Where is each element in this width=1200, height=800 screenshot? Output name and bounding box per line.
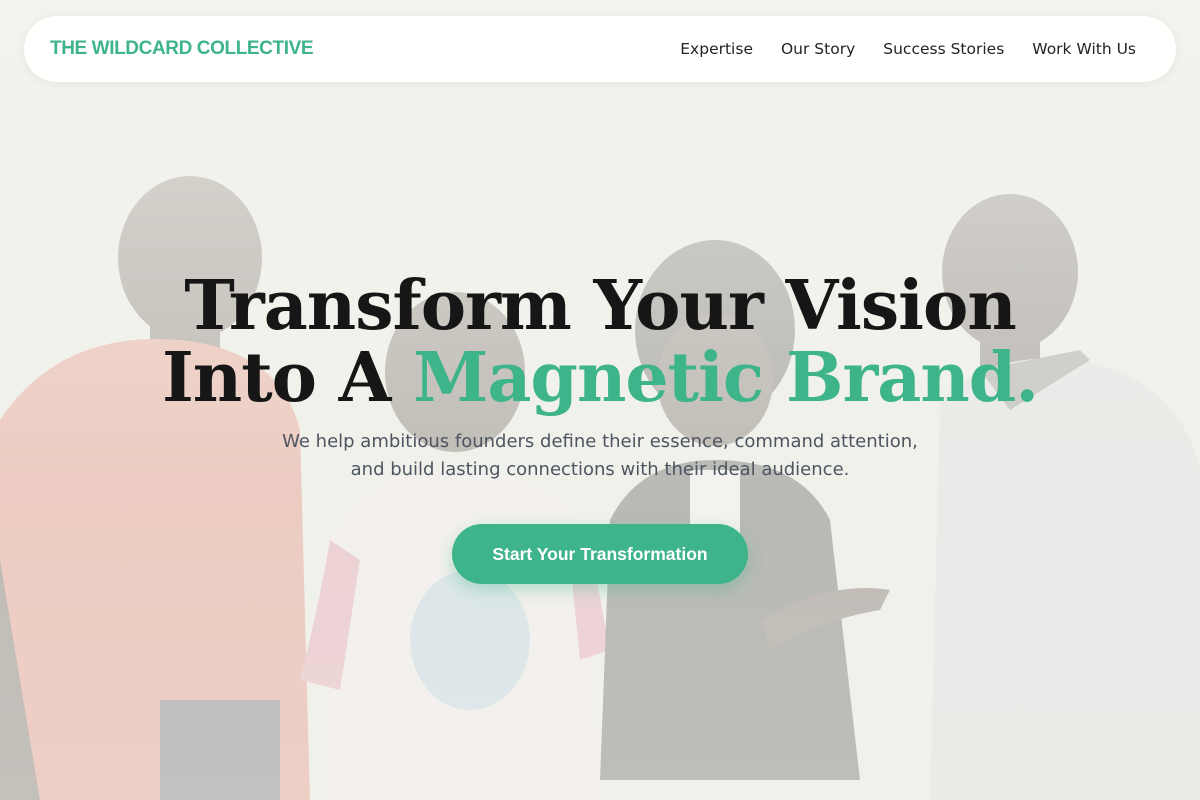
nav-menu: Expertise Our Story Success Stories Work…	[664, 29, 1152, 69]
hero-subtext-line-2: and build lasting connections with their…	[350, 459, 850, 480]
nav-link-success-stories[interactable]: Success Stories	[869, 29, 1018, 69]
navbar: THE WILDCARD COLLECTIVE Expertise Our St…	[24, 16, 1176, 82]
hero-subtext: We help ambitious founders define their …	[250, 428, 950, 484]
headline-line-1: Transform Your Vision	[184, 266, 1017, 346]
start-transformation-button[interactable]: Start Your Transformation	[452, 524, 748, 584]
landing-page: THE WILDCARD COLLECTIVE Expertise Our St…	[0, 0, 1200, 800]
headline-line-2-prefix: Into A	[161, 338, 414, 418]
hero-headline: Transform Your Vision Into A Magnetic Br…	[0, 270, 1200, 414]
brand-logo[interactable]: THE WILDCARD COLLECTIVE	[50, 38, 314, 60]
hero-section: Transform Your Vision Into A Magnetic Br…	[0, 270, 1200, 584]
nav-link-work-with-us[interactable]: Work With Us	[1018, 29, 1150, 69]
hero-subtext-line-1: We help ambitious founders define their …	[282, 431, 918, 452]
headline-accent-text: Magnetic Brand.	[413, 338, 1039, 418]
nav-link-our-story[interactable]: Our Story	[767, 29, 869, 69]
nav-link-expertise[interactable]: Expertise	[666, 29, 767, 69]
